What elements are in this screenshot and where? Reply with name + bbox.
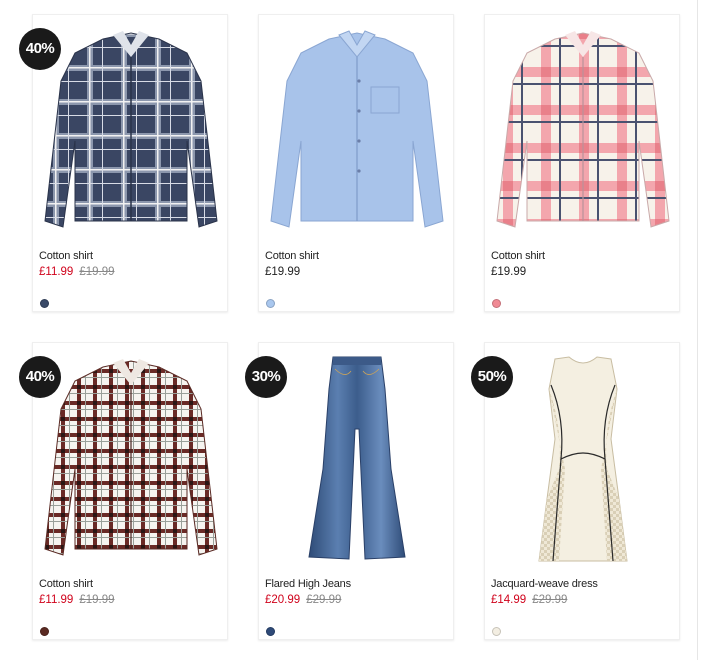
discount-badge: 50% xyxy=(471,356,513,398)
product-card[interactable]: 40% Cotton shirt £11.99 £19.99 xyxy=(19,14,228,312)
color-swatch[interactable] xyxy=(492,627,501,636)
original-price: £29.99 xyxy=(306,594,342,606)
product-image-jacquard-dress[interactable] xyxy=(493,349,673,569)
page-edge-divider xyxy=(697,0,698,660)
sale-price: £20.99 xyxy=(265,594,301,606)
product-card[interactable]: 30% Flared High Jeans £20.99 £29.99 xyxy=(245,342,454,640)
color-swatch[interactable] xyxy=(266,627,275,636)
product-name[interactable]: Cotton shirt xyxy=(491,250,545,262)
product-image-flared-jeans[interactable] xyxy=(267,349,447,569)
product-card[interactable]: Cotton shirt £19.99 xyxy=(484,14,680,312)
product-card[interactable]: 50% Jacquard-weave dress £14.99 £29.99 xyxy=(471,342,680,640)
discount-badge: 30% xyxy=(245,356,287,398)
regular-price: £19.99 xyxy=(265,266,301,278)
product-image-pink-plaid-shirt[interactable] xyxy=(493,21,673,241)
discount-badge: 40% xyxy=(19,356,61,398)
original-price: £19.99 xyxy=(79,594,115,606)
product-price: £11.99 £19.99 xyxy=(39,594,115,606)
product-name[interactable]: Jacquard-weave dress xyxy=(491,578,598,590)
product-image-navy-plaid-shirt[interactable] xyxy=(41,21,221,241)
color-swatch[interactable] xyxy=(40,627,49,636)
regular-price: £19.99 xyxy=(491,266,527,278)
product-name[interactable]: Cotton shirt xyxy=(265,250,319,262)
product-price: £19.99 xyxy=(265,266,300,278)
sale-price: £11.99 xyxy=(39,266,74,278)
color-swatch[interactable] xyxy=(266,299,275,308)
color-swatch[interactable] xyxy=(40,299,49,308)
product-price: £19.99 xyxy=(491,266,526,278)
discount-badge: 40% xyxy=(19,28,61,70)
product-price: £11.99 £19.99 xyxy=(39,266,115,278)
product-card[interactable]: 40% Cotton shirt £11.99 £19.99 xyxy=(19,342,228,640)
product-card[interactable]: Cotton shirt £19.99 xyxy=(258,14,454,312)
product-name[interactable]: Cotton shirt xyxy=(39,578,93,590)
product-price: £20.99 £29.99 xyxy=(265,594,341,606)
sale-price: £11.99 xyxy=(39,594,74,606)
color-swatch[interactable] xyxy=(492,299,501,308)
product-price: £14.99 £29.99 xyxy=(491,594,567,606)
product-name[interactable]: Cotton shirt xyxy=(39,250,93,262)
sale-price: £14.99 xyxy=(491,594,527,606)
product-name[interactable]: Flared High Jeans xyxy=(265,578,351,590)
product-image-light-blue-shirt[interactable] xyxy=(267,21,447,241)
original-price: £19.99 xyxy=(79,266,115,278)
original-price: £29.99 xyxy=(532,594,568,606)
product-image-checked-shirt[interactable] xyxy=(41,349,221,569)
